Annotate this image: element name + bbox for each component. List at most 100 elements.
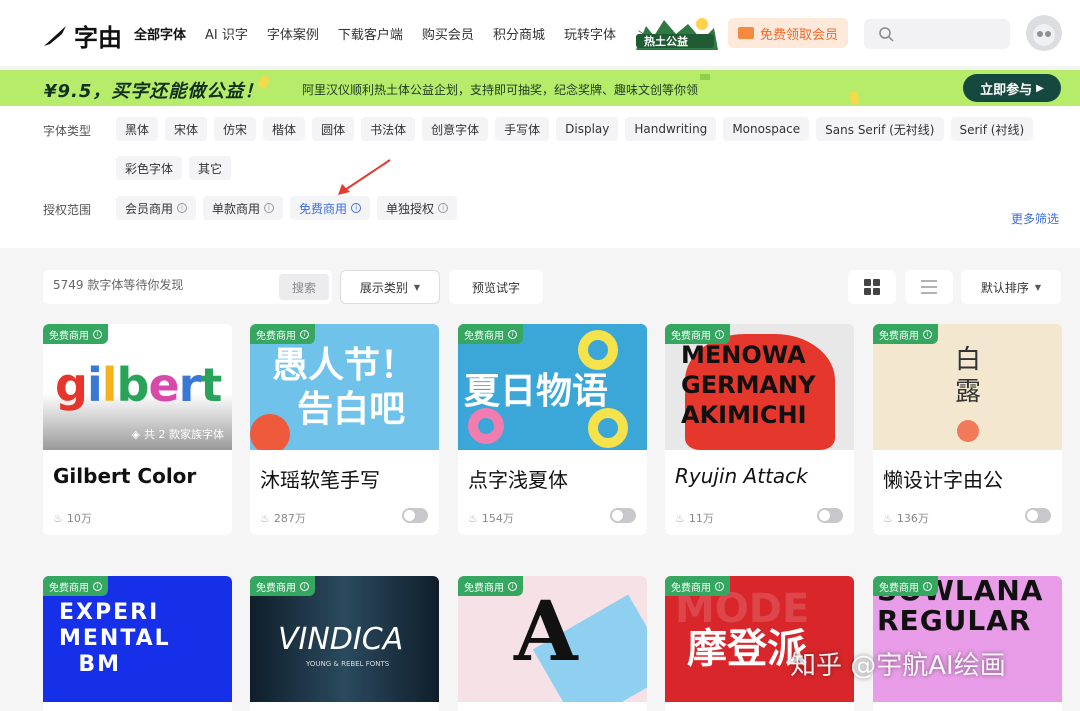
type-chip[interactable]: Display [556, 117, 619, 141]
license-chip-free[interactable]: 免费商用 i [290, 196, 371, 220]
zhihu-watermark: 知乎 @宇航AI绘画 [790, 651, 1006, 681]
type-chip[interactable]: 手写体 [495, 117, 550, 141]
favorite-toggle[interactable] [610, 508, 636, 523]
popularity-count: 287万 [273, 512, 306, 525]
avatar-face-icon [1033, 24, 1055, 46]
nav-download-client[interactable]: 下载客户端 [338, 24, 403, 43]
type-chip[interactable]: 宋体 [165, 117, 208, 141]
type-chip[interactable]: 书法体 [361, 117, 416, 141]
search-button[interactable]: 搜索 [279, 274, 329, 300]
info-icon: i [508, 329, 517, 339]
header-search[interactable] [864, 19, 1010, 49]
type-chip[interactable]: 其它 [189, 156, 232, 180]
type-chip[interactable]: 彩色字体 [116, 156, 183, 180]
type-chip[interactable]: Monospace [723, 117, 810, 141]
license-chip-single[interactable]: 单款商用 i [203, 196, 284, 220]
preview-art-text: 白露 [955, 345, 982, 407]
info-icon: i [264, 203, 275, 213]
license-chip-member[interactable]: 会员商用 i [116, 196, 197, 220]
font-search-input[interactable] [53, 278, 273, 292]
license-row: 会员商用 i 单款商用 i 免费商用 i 单独授权 i [116, 196, 464, 220]
site-logo[interactable]: 字由 [42, 18, 122, 53]
favorite-toggle[interactable] [817, 508, 843, 523]
free-tag-label: 免费商用 [256, 330, 296, 342]
nav-all-fonts[interactable]: 全部字体 [134, 24, 186, 43]
font-card[interactable]: SOWLANA REGULAR 免费商用 i [873, 576, 1062, 711]
free-commercial-tag: 免费商用 i [43, 576, 108, 596]
free-commercial-tag: 免费商用 i [873, 324, 938, 344]
list-view-button[interactable] [905, 270, 953, 304]
charity-badge[interactable]: 热土公益 [632, 14, 718, 50]
type-chip[interactable]: 楷体 [263, 117, 306, 141]
info-icon: i [923, 581, 932, 591]
font-card[interactable]: MODE 摩登派 免费商用 i [665, 576, 854, 711]
promo-banner[interactable]: ¥9.5，买字还能做公益！ 阿里汉仪顺利热土体公益企划，支持即可抽奖，纪念奖牌、… [0, 70, 1080, 106]
preview-art-text: A [514, 584, 578, 680]
preview-art-text: gilbert [55, 358, 222, 412]
popularity-count: 11万 [688, 512, 714, 525]
type-chip[interactable]: 创意字体 [422, 117, 489, 141]
free-tag-label: 免费商用 [256, 582, 296, 594]
preview-art-text: 愚人节！ 告白吧 [272, 345, 417, 430]
license-label: 授权范围 [43, 203, 92, 217]
info-icon: i [93, 329, 102, 339]
filter-panel: 字体类型 黑体 宋体 仿宋 楷体 圆体 书法体 创意字体 手写体 Display… [0, 106, 1080, 248]
flame-icon: ♨ [53, 511, 63, 525]
info-icon: i [177, 203, 188, 213]
type-chip[interactable]: Handwriting [625, 117, 717, 141]
info-icon: i [715, 329, 724, 339]
free-commercial-tag: 免费商用 i [43, 324, 108, 344]
info-icon: i [300, 581, 309, 591]
favorite-toggle[interactable] [402, 508, 428, 523]
more-filters-link[interactable]: 更多筛选 [1011, 210, 1059, 227]
font-name: 沐瑶软笔手写 [260, 468, 380, 492]
category-dropdown[interactable]: 展示类别 ▼ [340, 270, 440, 304]
font-type-label: 字体类型 [43, 124, 92, 138]
type-chip[interactable]: 黑体 [116, 117, 159, 141]
free-commercial-tag: 免费商用 i [665, 576, 730, 596]
type-chip[interactable]: 圆体 [312, 117, 355, 141]
free-tag-label: 免费商用 [671, 330, 711, 342]
type-chip[interactable]: Serif (衬线) [950, 117, 1034, 141]
top-header: 字由 全部字体 AI 识字 字体案例 下载客户端 购买会员 积分商城 玩转字体﹀… [0, 0, 1080, 66]
font-card[interactable]: 夏日物语 免费商用 i 点字浅夏体 ♨ 154万 [458, 324, 647, 535]
nav-font-cases[interactable]: 字体案例 [267, 24, 319, 43]
license-chip-separate[interactable]: 单独授权 i [377, 196, 458, 220]
category-dropdown-label: 展示类别 [359, 280, 408, 295]
font-card[interactable]: EXPERI MENTAL BM 免费商用 i [43, 576, 232, 711]
preview-art-text: EXPERI MENTAL BM [59, 600, 171, 677]
type-chip[interactable]: 仿宋 [214, 117, 257, 141]
info-icon: i [300, 329, 309, 339]
font-name: Gilbert Color [53, 464, 197, 488]
charity-badge-label: 热土公益 [644, 35, 688, 48]
family-count-tag: ◈ 共 2 款家族字体 [132, 426, 224, 442]
license-chip-label: 单款商用 [212, 201, 261, 216]
font-card[interactable]: 白露 免费商用 i 懒设计字由公 ♨ 136万 [873, 324, 1062, 535]
font-card[interactable]: gilbert ◈ 共 2 款家族字体 免费商用 i Gilbert Color ♨… [43, 324, 232, 535]
font-card[interactable]: VINDICA YOUNG & REBEL FONTS 免费商用 i [250, 576, 439, 711]
flame-icon: ♨ [883, 511, 893, 525]
free-tag-label: 免费商用 [49, 330, 89, 342]
popularity: ♨ 10万 [53, 510, 92, 526]
free-vip-button[interactable]: 免费领取会员 [728, 18, 848, 48]
type-chip[interactable]: Sans Serif (无衬线) [816, 117, 944, 141]
caret-down-icon: ▼ [1034, 282, 1042, 292]
brush-logo-icon [44, 25, 66, 46]
font-card[interactable]: 愚人节！ 告白吧 免费商用 i 沐瑶软笔手写 ♨ 287万 [250, 324, 439, 535]
free-vip-label: 免费领取会员 [759, 27, 838, 43]
nav-points-mall[interactable]: 积分商城 [493, 24, 545, 43]
user-avatar[interactable] [1026, 15, 1062, 51]
preview-text-button[interactable]: 预览试字 [449, 270, 543, 304]
nav-buy-vip[interactable]: 购买会员 [422, 24, 474, 43]
info-icon: i [923, 329, 932, 339]
sort-dropdown[interactable]: 默认排序 ▼ [961, 270, 1061, 304]
nav-ai-recognize[interactable]: AI 识字 [205, 24, 248, 43]
font-card[interactable]: A 免费商用 i [458, 576, 647, 711]
free-tag-label: 免费商用 [464, 330, 504, 342]
join-now-button[interactable]: 立即参与 ▶ [963, 74, 1061, 102]
preview-art-text: 夏日物语 [464, 371, 609, 412]
font-card[interactable]: MENOWA GERMANY AKIMICHI 免费商用 i Ryujin Attac… [665, 324, 854, 535]
banner-description: 阿里汉仪顺利热土体公益企划，支持即可抽奖，纪念奖牌、趣味文创等你领 [302, 83, 699, 97]
favorite-toggle[interactable] [1025, 508, 1051, 523]
grid-view-button[interactable] [848, 270, 896, 304]
